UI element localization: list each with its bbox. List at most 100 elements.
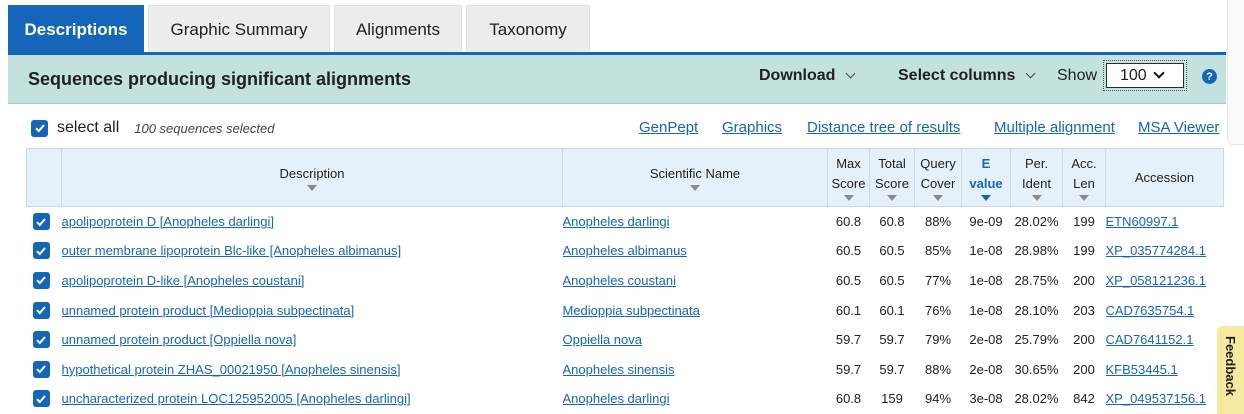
scientific-name-link[interactable]: Anopheles darlingi bbox=[563, 391, 670, 406]
per-ident-cell: 28.02% bbox=[1014, 391, 1059, 407]
chevron-down-icon bbox=[1153, 66, 1165, 79]
blast-results-page: Descriptions Graphic Summary Alignments … bbox=[0, 0, 1244, 414]
select-all-label[interactable]: select all bbox=[57, 119, 119, 137]
msa-viewer-link[interactable]: MSA Viewer bbox=[1138, 119, 1219, 136]
scientific-name-link[interactable]: Anopheles coustani bbox=[563, 273, 676, 288]
e-value-cell: 9e-09 bbox=[969, 214, 1003, 230]
scientific-name-link[interactable]: Anopheles sinensis bbox=[563, 362, 675, 377]
accession-link[interactable]: XP_035774284.1 bbox=[1106, 243, 1206, 258]
accession-link[interactable]: CAD7641152.1 bbox=[1106, 332, 1194, 347]
row-select-cell bbox=[27, 384, 62, 414]
header-description-label: Description bbox=[279, 165, 345, 181]
scientific-name-link[interactable]: Medioppia subpectinata bbox=[563, 303, 700, 318]
table-row: unnamed protein product [Oppiella nova] O… bbox=[27, 325, 1224, 355]
header-e-value[interactable]: Evalue bbox=[961, 148, 1011, 207]
accession-link[interactable]: XP_058121236.1 bbox=[1106, 273, 1206, 288]
description-link[interactable]: outer membrane lipoprotein Blc-like [Ano… bbox=[62, 243, 402, 258]
accession-cell: XP_035774284.1 bbox=[1106, 236, 1224, 266]
tab-graphic-summary[interactable]: Graphic Summary bbox=[148, 5, 330, 53]
row-checkbox[interactable] bbox=[32, 242, 50, 260]
sort-arrow-icon bbox=[933, 195, 943, 201]
feedback-tab[interactable]: Feedback bbox=[1217, 326, 1244, 414]
genpept-link[interactable]: GenPept bbox=[639, 119, 698, 136]
accession-link[interactable]: KFB53445.1 bbox=[1106, 362, 1178, 377]
accession-cell: CAD7641152.1 bbox=[1106, 325, 1224, 355]
checkmark-icon bbox=[36, 395, 46, 404]
scientific-name-link[interactable]: Anopheles darlingi bbox=[563, 214, 670, 229]
show-label: Show bbox=[1057, 67, 1098, 84]
description-link[interactable]: hypothetical protein ZHAS_00021950 [Anop… bbox=[62, 362, 401, 377]
description-link[interactable]: unnamed protein product [Medioppia subpe… bbox=[62, 303, 355, 318]
descriptions-table: Description Scientific Name Max Score Tot… bbox=[26, 148, 1224, 414]
scientific-name-link[interactable]: Anopheles albimanus bbox=[563, 243, 687, 258]
multiple-alignment-link[interactable]: Multiple alignment bbox=[994, 119, 1115, 136]
select-all-checkbox[interactable] bbox=[31, 119, 48, 137]
total-score-cell: 60.5 bbox=[879, 272, 905, 288]
header-description[interactable]: Description bbox=[61, 148, 563, 207]
header-per-ident[interactable]: Per. Ident bbox=[1010, 148, 1063, 207]
acc-len-cell: 199 bbox=[1073, 243, 1095, 259]
acc-len-cell: 199 bbox=[1073, 214, 1095, 230]
select-columns-button[interactable]: Select columns bbox=[898, 67, 1036, 85]
query-cover-cell: 85% bbox=[924, 243, 952, 259]
header-scientific-name[interactable]: Scientific Name bbox=[562, 148, 828, 207]
results-header: Sequences producing significant alignmen… bbox=[8, 55, 1226, 104]
description-link[interactable]: apolipoprotein D-like [Anopheles coustan… bbox=[62, 273, 305, 288]
max-score-cell: 59.7 bbox=[835, 332, 862, 348]
select-all-row: select all 100 sequences selected bbox=[31, 118, 274, 138]
tab-taxonomy[interactable]: Taxonomy bbox=[466, 5, 590, 53]
table-header-row: Description Scientific Name Max Score Tot… bbox=[26, 148, 1224, 207]
tab-alignments[interactable]: Alignments bbox=[334, 5, 462, 53]
description-cell: hypothetical protein ZHAS_00021950 [Anop… bbox=[62, 354, 563, 384]
header-accession[interactable]: Accession bbox=[1105, 148, 1224, 207]
accession-link[interactable]: XP_049537156.1 bbox=[1106, 391, 1206, 406]
header-acc-len[interactable]: Acc. Len bbox=[1062, 148, 1106, 207]
feedback-label: Feedback bbox=[1223, 336, 1238, 396]
help-icon[interactable]: ? bbox=[1202, 69, 1217, 84]
result-tabs: Descriptions Graphic Summary Alignments … bbox=[8, 5, 590, 53]
checkmark-icon bbox=[36, 217, 46, 227]
scientific-name-cell: Anopheles sinensis bbox=[563, 354, 828, 384]
description-link[interactable]: uncharacterized protein LOC125952005 [An… bbox=[62, 391, 411, 406]
description-cell: unnamed protein product [Medioppia subpe… bbox=[62, 295, 563, 325]
description-link[interactable]: unnamed protein product [Oppiella nova] bbox=[62, 332, 297, 347]
header-query-cover[interactable]: Query Cover bbox=[914, 148, 962, 207]
query-cover-cell: 88% bbox=[924, 214, 952, 230]
description-cell: apolipoprotein D [Anopheles darlingi] bbox=[62, 207, 563, 237]
header-max-score[interactable]: Max Score bbox=[827, 148, 870, 207]
show-count-select[interactable]: 100 bbox=[1103, 60, 1187, 91]
per-ident-cell: 28.98% bbox=[1014, 243, 1059, 259]
accession-cell: CAD7635754.1 bbox=[1106, 295, 1224, 325]
total-score-cell: 59.7 bbox=[879, 332, 905, 348]
distance-tree-link[interactable]: Distance tree of results bbox=[807, 119, 960, 136]
e-value-cell: 2e-08 bbox=[969, 332, 1003, 348]
e-value-cell: 2e-08 bbox=[969, 361, 1003, 377]
sort-arrow-icon bbox=[307, 185, 317, 192]
row-checkbox[interactable] bbox=[32, 331, 50, 349]
header-accession-label: Accession bbox=[1134, 169, 1195, 185]
description-link[interactable]: apolipoprotein D [Anopheles darlingi] bbox=[62, 214, 274, 229]
acc-len-cell: 842 bbox=[1073, 391, 1095, 407]
row-checkbox[interactable] bbox=[32, 213, 50, 231]
header-label: Ident bbox=[1022, 175, 1051, 191]
row-checkbox[interactable] bbox=[32, 390, 50, 408]
accession-link[interactable]: CAD7635754.1 bbox=[1106, 303, 1195, 318]
row-checkbox[interactable] bbox=[32, 271, 50, 289]
row-checkbox[interactable] bbox=[32, 301, 50, 319]
header-label: Acc. bbox=[1071, 156, 1097, 171]
row-select-cell bbox=[27, 236, 62, 266]
download-button[interactable]: Download bbox=[759, 67, 856, 85]
header-total-score[interactable]: Total Score bbox=[869, 148, 915, 207]
tab-descriptions[interactable]: Descriptions bbox=[8, 5, 144, 53]
query-cover-cell: 88% bbox=[924, 361, 952, 377]
accession-link[interactable]: ETN60997.1 bbox=[1106, 214, 1179, 229]
scientific-name-link[interactable]: Oppiella nova bbox=[563, 332, 643, 347]
checkmark-icon bbox=[34, 124, 45, 133]
query-cover-cell: 94% bbox=[924, 391, 952, 407]
total-score-cell: 159 bbox=[881, 391, 903, 407]
row-checkbox[interactable] bbox=[32, 360, 50, 378]
query-cover-cell: 77% bbox=[924, 272, 952, 288]
max-score-cell: 60.5 bbox=[835, 272, 862, 288]
graphics-link[interactable]: Graphics bbox=[722, 119, 782, 136]
table-row: outer membrane lipoprotein Blc-like [Ano… bbox=[27, 236, 1224, 266]
